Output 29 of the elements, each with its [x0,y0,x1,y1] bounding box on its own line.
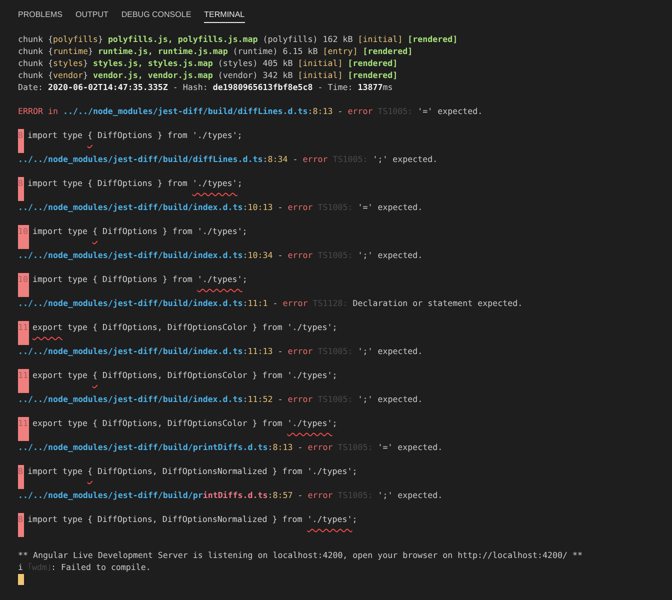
terminal-cursor [18,574,24,585]
line-number: 10 [18,273,28,297]
code-snippet: import type { DiffOptions } from './types'; [32,273,248,286]
line-number: 8 [18,177,24,201]
panel-tab[interactable]: DEBUG CONSOLE [121,8,192,23]
line-number: 11 [18,369,28,393]
panel-tab[interactable]: PROBLEMS [18,8,62,23]
terminal-line: chunk {styles} styles.js, styles.js.map (styles) 405 kB [initial] [rendered] [18,57,399,69]
code-snippet: export type { DiffOptions, DiffOptionsColor } from './types'; [32,369,338,382]
code-snippet: export type { DiffOptions, DiffOptionsColor } from './types'; [32,417,338,430]
code-snippet: import type { DiffOptions } from './types'; [26,177,242,190]
terminal-line: chunk {polyfills} polyfills.js, polyfills.js.map (polyfills) 162 kB [initial] [rendered] [18,33,459,45]
panel-tab[interactable]: OUTPUT [75,8,108,23]
line-number: 10 [18,225,28,249]
panel-tab[interactable]: TERMINAL [204,8,245,23]
terminal-line: chunk {vendor} vendor.js, vendor.js.map (vendor) 342 kB [initial] [rendered] [18,69,399,81]
line-number: 8 [18,129,24,153]
code-snippet: export type { DiffOptions, DiffOptionsColor } from './types'; [32,321,338,334]
line-number: 8 [18,465,24,489]
terminal-line: ** Angular Live Development Server is listening on localhost:4200, open your browser on http://localhost:4200/ ** [18,549,584,561]
terminal-line: Date: 2020-06-02T14:47:35.335Z - Hash: de1980965613fbf8e5c8 - Time: 13877ms [18,81,394,93]
line-number: 8 [18,513,24,537]
code-snippet: import type { DiffOptions } from './types'; [32,225,248,238]
code-snippet: import type { DiffOptions } from './types'; [26,129,242,142]
terminal-line: chunk {runtime} runtime.js, runtime.js.map (runtime) 6.15 kB [entry] [rendered] [18,45,414,57]
code-snippet: import type { DiffOptions, DiffOptionsNormalized } from './types'; [26,513,358,526]
code-snippet: import type { DiffOptions, DiffOptionsNormalized } from './types'; [26,465,358,478]
line-number: 11 [18,417,28,441]
line-number: 11 [18,321,28,345]
